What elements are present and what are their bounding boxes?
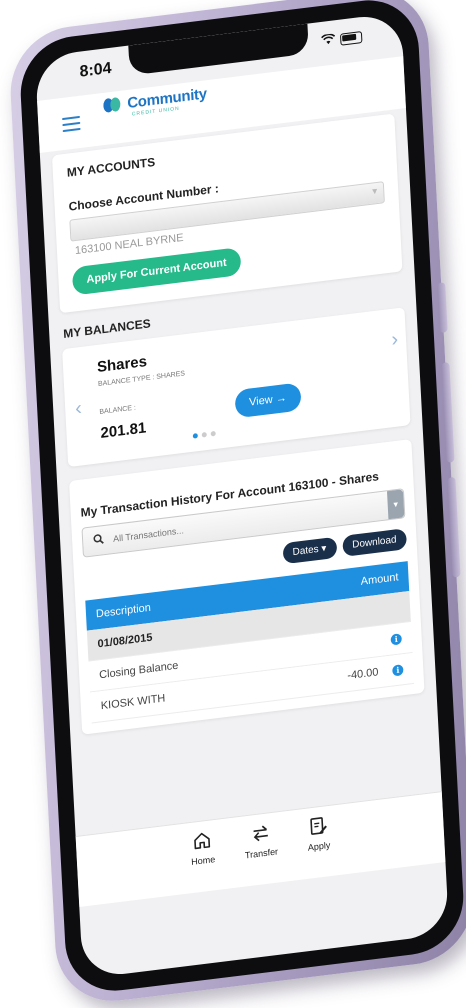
carousel-dot[interactable]	[201, 432, 207, 438]
info-icon[interactable]: i	[390, 632, 402, 646]
carousel-prev-icon[interactable]: ‹	[75, 397, 83, 421]
tab-transfer-label: Transfer	[244, 846, 279, 861]
balance-name: Shares	[96, 352, 148, 377]
home-icon	[192, 828, 213, 852]
carousel-dot[interactable]	[210, 430, 216, 437]
row-date: 01/08/2015	[97, 631, 153, 651]
row-description: KIOSK WITH	[100, 692, 166, 713]
phone-device: 8:04 Community CREDIT UNION MY ACCOUNTS …	[7, 0, 466, 1008]
amount-column-header: Amount	[360, 571, 399, 588]
tab-apply[interactable]: Apply	[306, 814, 332, 879]
transfer-arrows-icon	[250, 821, 271, 845]
download-button[interactable]: Download	[341, 528, 408, 557]
row-amount: -40.00	[347, 666, 379, 683]
tab-home-label: Home	[190, 854, 216, 868]
row-description: Closing Balance	[98, 659, 179, 682]
hamburger-menu-icon[interactable]	[62, 115, 81, 133]
chevron-down-icon: ▾	[371, 185, 378, 198]
transactions-table: Description Amount 01/08/2015 Closing Ba…	[85, 561, 415, 724]
battery-icon	[339, 30, 363, 46]
row-amount-group: -40.00 i	[347, 663, 404, 682]
apply-current-account-button[interactable]: Apply For Current Account	[71, 247, 242, 296]
tab-transfer[interactable]: Transfer	[243, 820, 279, 886]
tab-home[interactable]: Home	[190, 828, 217, 893]
view-balance-button[interactable]: View →	[234, 382, 302, 419]
logo-mark-icon	[103, 95, 124, 115]
carousel-dots	[192, 430, 216, 439]
bottom-tab-bar: Home Transfer Apply	[75, 791, 446, 907]
dates-button[interactable]: Dates ▾	[282, 536, 337, 565]
status-time: 8:04	[79, 59, 112, 81]
chevron-down-icon[interactable]: ▾	[386, 489, 405, 520]
balance-value: 201.81	[100, 419, 147, 442]
balance-label: BALANCE :	[99, 404, 137, 416]
document-edit-icon	[307, 814, 328, 838]
phone-screen: 8:04 Community CREDIT UNION MY ACCOUNTS …	[34, 12, 450, 979]
tab-apply-label: Apply	[307, 839, 331, 853]
status-icons	[321, 29, 363, 49]
description-column-header: Description	[95, 601, 152, 621]
wifi-icon	[321, 32, 336, 49]
search-icon	[93, 533, 108, 549]
info-icon[interactable]: i	[392, 663, 404, 677]
mute-switch	[437, 282, 448, 334]
transaction-history-card: My Transaction History For Account 16310…	[69, 439, 425, 735]
carousel-dot[interactable]	[192, 433, 198, 439]
main-content: MY ACCOUNTS Choose Account Number : ▾ 16…	[51, 113, 425, 735]
carousel-next-icon[interactable]: ›	[391, 328, 399, 352]
